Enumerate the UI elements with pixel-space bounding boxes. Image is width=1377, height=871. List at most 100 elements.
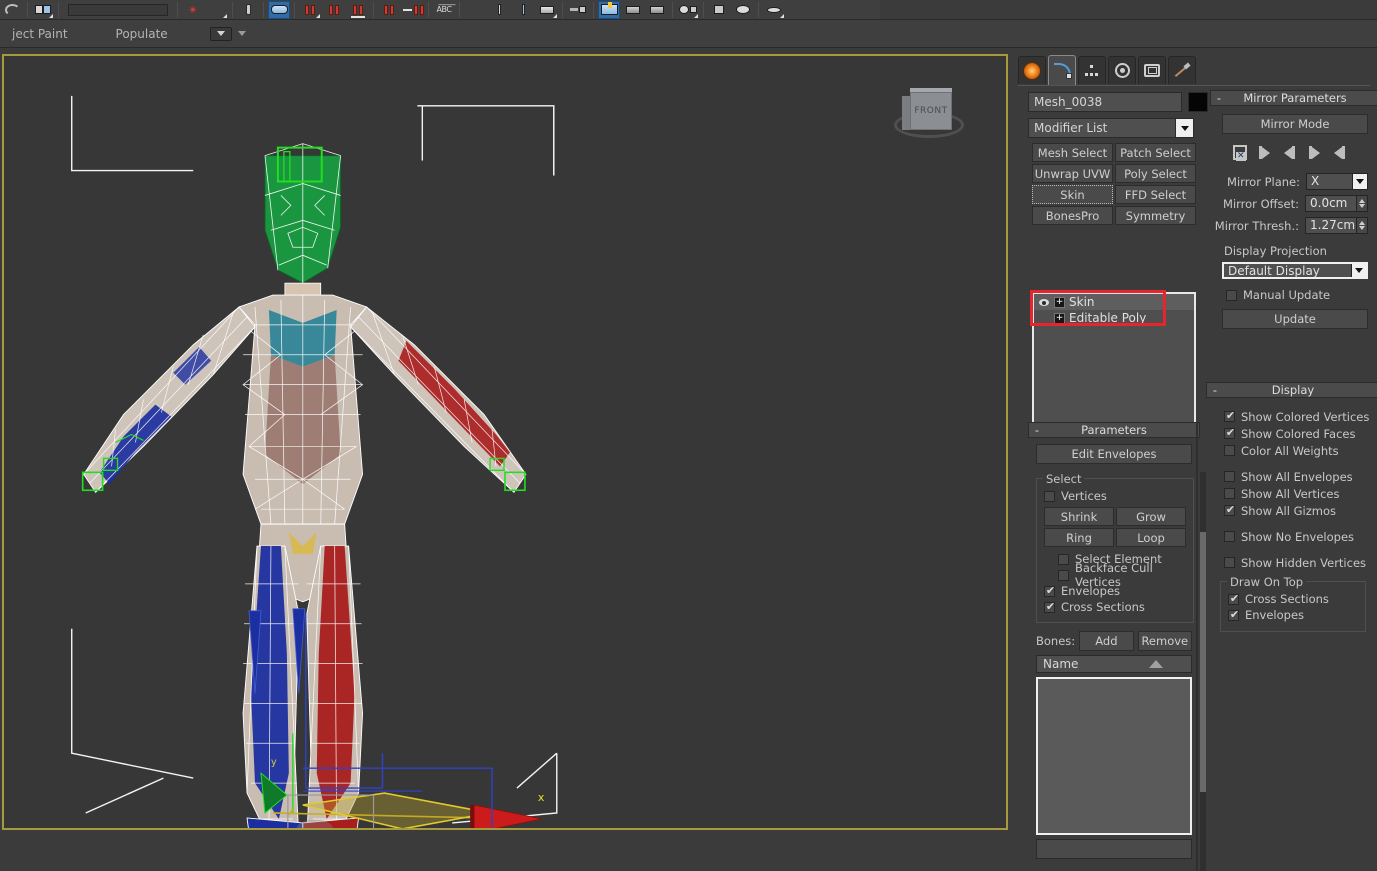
update-button[interactable]: Update — [1222, 309, 1368, 329]
populate-label[interactable]: Populate — [116, 27, 168, 41]
modifier-list-dropdown[interactable]: Modifier List — [1028, 118, 1194, 138]
bone-name-column-header[interactable]: Name — [1036, 655, 1192, 673]
modifier-button-patch-select[interactable]: Patch Select — [1115, 143, 1196, 162]
checkbox-show-colored-vertices[interactable]: Show Colored Vertices — [1224, 408, 1377, 425]
chevron-down-icon[interactable] — [1352, 174, 1367, 189]
checkbox-box[interactable] — [1224, 426, 1236, 439]
viewcube[interactable]: FRONT — [894, 88, 964, 142]
spinner-snap-icon[interactable] — [237, 1, 259, 19]
modifier-button-ffd-select[interactable]: FFD Select — [1115, 185, 1196, 204]
chevron-down-icon[interactable] — [237, 31, 246, 36]
render-production-icon[interactable] — [677, 1, 699, 19]
chevron-down-icon[interactable] — [1351, 264, 1366, 277]
mirror-thresh-spinner[interactable]: 1.27cm — [1305, 217, 1368, 234]
layer-explorer-icon[interactable] — [536, 1, 558, 19]
stack-row-editable-poly[interactable]: + Editable Poly — [1034, 310, 1194, 326]
tab-motion[interactable] — [1108, 56, 1136, 84]
paste-green-to-blue-vertex-icon[interactable] — [1330, 144, 1349, 161]
bones-add-button[interactable]: Add — [1079, 631, 1134, 651]
checkbox-show-all-vertices[interactable]: Show All Vertices — [1224, 485, 1377, 502]
viewport-3d-scene[interactable]: y x — [4, 56, 1006, 829]
tab-create[interactable] — [1018, 56, 1046, 84]
grow-button[interactable]: Grow — [1116, 507, 1186, 526]
paste-green-to-blue-bone-icon[interactable] — [1280, 144, 1299, 161]
spacing-icon[interactable] — [402, 1, 424, 19]
tab-modify[interactable] — [1048, 55, 1076, 85]
checkbox-box[interactable] — [1044, 600, 1056, 613]
render-frame-icon[interactable] — [646, 1, 668, 19]
checkbox-box[interactable] — [1224, 471, 1235, 482]
checkbox-box[interactable] — [1224, 531, 1235, 542]
checkbox-show-hidden-vertices[interactable]: Show Hidden Vertices — [1224, 554, 1377, 571]
mirror-icon[interactable] — [299, 1, 321, 19]
checkbox-show-all-envelopes[interactable]: Show All Envelopes — [1224, 468, 1377, 485]
mirror-rollout-header[interactable]: - Mirror Parameters — [1210, 90, 1377, 106]
spinner-arrows[interactable] — [1357, 195, 1368, 212]
render-last-icon[interactable] — [763, 1, 785, 19]
viewport-front[interactable]: y x FRONT — [2, 54, 1008, 830]
layer-active-icon[interactable] — [512, 1, 534, 19]
modifier-button-skin[interactable]: Skin — [1032, 185, 1113, 204]
checkbox-box[interactable] — [1044, 584, 1056, 597]
object-name-field[interactable]: Mesh_0038 — [1028, 92, 1182, 112]
mirror-thresh-value[interactable]: 1.27cm — [1305, 217, 1357, 234]
render-setup-icon[interactable] — [622, 1, 644, 19]
checkbox-show-no-envelopes[interactable]: Show No Envelopes — [1224, 528, 1377, 545]
active-shade-icon[interactable] — [732, 1, 754, 19]
quick-align-icon[interactable] — [347, 1, 369, 19]
modifier-button-symmetry[interactable]: Symmetry — [1115, 206, 1196, 225]
array-icon[interactable] — [378, 1, 400, 19]
angle-snap-icon[interactable] — [206, 1, 228, 19]
collapse-icon[interactable]: - — [1029, 423, 1045, 437]
layer-icon[interactable] — [488, 1, 510, 19]
collapse-icon[interactable]: - — [1207, 383, 1223, 397]
spinner-arrows[interactable] — [1357, 217, 1368, 234]
modifier-stack-list[interactable]: + Skin + Editable Poly — [1032, 292, 1196, 427]
material-editor-icon[interactable] — [598, 0, 620, 19]
named-selection-field[interactable] — [63, 1, 173, 19]
paste-blue-to-green-vertex-icon[interactable] — [1305, 144, 1324, 161]
viewcube-front-face[interactable]: FRONT — [910, 92, 952, 130]
eye-toggle-icon[interactable] — [1038, 296, 1050, 308]
mirror-offset-value[interactable]: 0.0cm — [1305, 195, 1357, 212]
checkbox-draw-envelopes[interactable]: Envelopes — [1228, 607, 1358, 623]
arc-rotate-icon[interactable] — [1, 1, 23, 19]
checkbox-manual-update[interactable]: Manual Update — [1226, 287, 1377, 303]
bone-list[interactable] — [1036, 677, 1192, 835]
text-icon[interactable]: A͞B͞C͞ — [433, 1, 455, 19]
modifier-button-mesh-select[interactable]: Mesh Select — [1032, 143, 1113, 162]
populate-dropdown-icon[interactable] — [209, 26, 232, 41]
display-rollout-header[interactable]: - Display — [1206, 382, 1377, 398]
ring-button[interactable]: Ring — [1044, 528, 1114, 547]
mirror-offset-spinner[interactable]: 0.0cm — [1305, 195, 1368, 212]
checkbox-box[interactable] — [1228, 592, 1240, 605]
checkbox-box[interactable] — [1224, 557, 1235, 568]
parameters-rollout-header[interactable]: - Parameters — [1028, 422, 1200, 438]
mirror-mode-button[interactable]: Mirror Mode — [1222, 114, 1368, 134]
checkbox-draw-cross-sections[interactable]: Cross Sections — [1228, 591, 1358, 607]
object-color-swatch[interactable] — [1188, 92, 1208, 112]
modifier-button-bonespro[interactable]: BonesPro — [1032, 206, 1113, 225]
checkbox-box[interactable] — [1058, 553, 1069, 565]
mirror-paste-icon[interactable] — [1230, 144, 1249, 161]
checkbox-color-all-weights[interactable]: Color All Weights — [1224, 442, 1377, 459]
expand-plus-icon[interactable]: + — [1054, 296, 1065, 308]
display-projection-dropdown[interactable]: Default Display — [1222, 262, 1368, 279]
mirror-plane-dropdown[interactable]: X — [1306, 173, 1368, 190]
render-iterative-icon[interactable] — [708, 1, 730, 19]
edit-envelopes-button[interactable]: Edit Envelopes — [1036, 444, 1192, 464]
rect-pair-icon[interactable] — [32, 1, 54, 19]
checkbox-vertices[interactable]: Vertices — [1044, 488, 1186, 504]
collapse-icon[interactable]: - — [1211, 91, 1227, 105]
modifier-button-poly-select[interactable]: Poly Select — [1115, 164, 1196, 183]
checkbox-box[interactable] — [1224, 503, 1236, 516]
sort-ascending-icon[interactable] — [1149, 660, 1163, 668]
checkbox-box[interactable] — [1224, 445, 1235, 456]
stack-row-skin[interactable]: + Skin — [1034, 294, 1194, 310]
chevron-down-icon[interactable] — [1175, 119, 1193, 137]
snap-toggle-icon[interactable]: ✴ — [182, 1, 204, 19]
tab-display[interactable] — [1138, 56, 1166, 84]
object-paint-label[interactable]: ject Paint — [12, 27, 68, 41]
select-region-icon[interactable] — [268, 0, 290, 19]
checkbox-box[interactable] — [1058, 569, 1069, 581]
